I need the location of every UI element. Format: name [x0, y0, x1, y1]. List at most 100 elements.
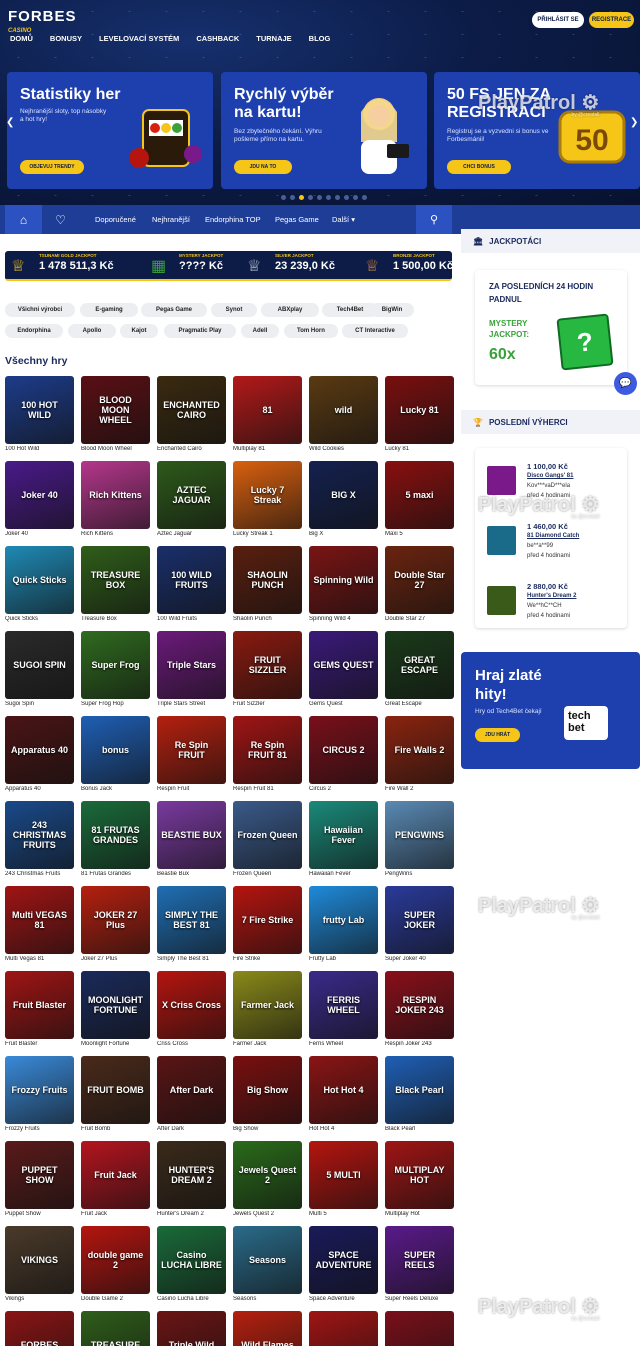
chevron-left-icon[interactable]: ❮ — [6, 117, 14, 128]
game-title[interactable]: Bonus Jack — [81, 786, 155, 792]
game-tile[interactable]: wild — [309, 376, 378, 444]
carousel-dot[interactable] — [308, 195, 313, 200]
subnav-most-played[interactable]: Nejhranější — [152, 215, 190, 224]
provider-chip[interactable]: Synot — [211, 303, 257, 317]
game-title[interactable]: 100 Wild Fruits — [157, 616, 231, 622]
carousel-dot[interactable] — [317, 195, 322, 200]
game-title[interactable]: Treasure Box — [81, 616, 155, 622]
banner-button[interactable]: JDU NA TO — [234, 160, 292, 174]
game-tile[interactable]: FRUIT BOMB — [81, 1056, 150, 1124]
carousel-dot[interactable] — [299, 195, 304, 200]
game-tile[interactable] — [309, 1311, 378, 1346]
provider-chip[interactable]: Pragmatic Play — [164, 324, 236, 338]
chevron-right-icon[interactable]: ❯ — [630, 117, 638, 128]
carousel-dot[interactable] — [344, 195, 349, 200]
winner-game-link[interactable]: 81 Diamond Catch — [527, 533, 579, 539]
game-tile[interactable]: SPACE ADVENTURE — [309, 1226, 378, 1294]
game-tile[interactable]: MOONLIGHT FORTUNE — [81, 971, 150, 1039]
provider-chip[interactable]: Apollo — [68, 324, 116, 338]
game-title[interactable]: Respin Fruit 81 — [233, 786, 307, 792]
game-title[interactable]: Multi Vegas 81 — [5, 956, 79, 962]
nav-item-tournaments[interactable]: TURNAJE — [256, 34, 291, 43]
winner-game-link[interactable]: Hunter's Dream 2 — [527, 593, 576, 599]
game-tile[interactable]: Seasons — [233, 1226, 302, 1294]
game-title[interactable]: Multi 5 — [309, 1211, 383, 1217]
game-tile[interactable]: Triple Wild — [157, 1311, 226, 1346]
game-tile[interactable]: Hawaiian Fever — [309, 801, 378, 869]
game-title[interactable]: Lucky 81 — [385, 446, 459, 452]
game-tile[interactable]: FERRIS WHEEL — [309, 971, 378, 1039]
promo-tech4bet[interactable]: Hraj zlaté hity! Hry od Tech4Bet čekají … — [461, 652, 640, 769]
game-title[interactable]: Multiplay Hot — [385, 1211, 459, 1217]
game-title[interactable]: Double Star 27 — [385, 616, 459, 622]
nav-item-blog[interactable]: BLOG — [309, 34, 331, 43]
game-tile[interactable]: MULTIPLAY HOT — [385, 1141, 454, 1209]
game-tile[interactable]: Lucky 81 — [385, 376, 454, 444]
game-title[interactable]: Super Frog Hop — [81, 701, 155, 707]
game-tile[interactable]: Fruit Jack — [81, 1141, 150, 1209]
game-title[interactable]: 243 Christmas Fruits — [5, 871, 79, 877]
game-title[interactable]: Ferris Wheel — [309, 1041, 383, 1047]
game-tile[interactable]: JOKER 27 Plus — [81, 886, 150, 954]
game-title[interactable]: Frutty Lab — [309, 956, 383, 962]
banner-statistics[interactable]: Statistiky her Nejhranější sloty, top ná… — [7, 72, 213, 189]
banner-button[interactable]: OBJEVUJ TRENDY — [20, 160, 84, 174]
game-tile[interactable] — [385, 1311, 454, 1346]
banner-card-withdrawal[interactable]: Rychlý výběr na kartu! Bez zbytečného če… — [221, 72, 427, 189]
game-tile[interactable]: Super Frog — [81, 631, 150, 699]
heart-icon[interactable]: ♡ — [42, 205, 79, 234]
winner-game-thumbnail[interactable] — [487, 586, 516, 615]
game-tile[interactable]: SHAOLIN PUNCH — [233, 546, 302, 614]
game-title[interactable]: PengWins — [385, 871, 459, 877]
chat-icon[interactable]: 💬 — [614, 372, 637, 395]
game-tile[interactable]: HUNTER'S DREAM 2 — [157, 1141, 226, 1209]
game-title[interactable]: Black Pearl — [385, 1126, 459, 1132]
home-icon[interactable]: ⌂ — [5, 205, 42, 234]
game-title[interactable]: Moonlight Fortune — [81, 1041, 155, 1047]
game-title[interactable]: Multiplay 81 — [233, 446, 307, 452]
game-tile[interactable]: BEASTIE BUX — [157, 801, 226, 869]
game-title[interactable]: Wild Cookies — [309, 446, 383, 452]
game-tile[interactable]: VIKINGS — [5, 1226, 74, 1294]
game-tile[interactable]: BIG X — [309, 461, 378, 529]
game-title[interactable]: Great Escape — [385, 701, 459, 707]
game-tile[interactable]: 5 MULTI — [309, 1141, 378, 1209]
game-tile[interactable]: Hot Hot 4 — [309, 1056, 378, 1124]
carousel-dot[interactable] — [326, 195, 331, 200]
game-tile[interactable]: GEMS QUEST — [309, 631, 378, 699]
game-title[interactable]: Respin Fruit — [157, 786, 231, 792]
game-title[interactable]: Joker 27 Plus — [81, 956, 155, 962]
game-title[interactable]: Sugoi Spin — [5, 701, 79, 707]
game-tile[interactable]: SUPER REELS — [385, 1226, 454, 1294]
game-title[interactable]: 81 Frutas Grandes — [81, 871, 155, 877]
game-tile[interactable]: SUPER JOKER — [385, 886, 454, 954]
game-tile[interactable]: Big Show — [233, 1056, 302, 1124]
game-tile[interactable]: FORBES — [5, 1311, 74, 1346]
game-title[interactable]: Fruit Bomb — [81, 1126, 155, 1132]
game-title[interactable]: Fire Wall 2 — [385, 786, 459, 792]
game-tile[interactable]: GREAT ESCAPE — [385, 631, 454, 699]
game-tile[interactable]: 81 — [233, 376, 302, 444]
carousel-dot[interactable] — [353, 195, 358, 200]
game-tile[interactable]: TREASURE — [81, 1311, 150, 1346]
carousel-dot[interactable] — [281, 195, 286, 200]
game-title[interactable]: Fire Strike — [233, 956, 307, 962]
game-tile[interactable]: ENCHANTED CAIRO — [157, 376, 226, 444]
provider-chip[interactable]: Pegas Game — [141, 303, 207, 317]
game-tile[interactable]: After Dark — [157, 1056, 226, 1124]
game-title[interactable]: Enchanted Cairo — [157, 446, 231, 452]
game-title[interactable]: Frozzy Fruits — [5, 1126, 79, 1132]
subnav-recommended[interactable]: Doporučené — [95, 215, 136, 224]
game-title[interactable]: Shaolin Punch — [233, 616, 307, 622]
game-tile[interactable]: X Criss Cross — [157, 971, 226, 1039]
game-tile[interactable]: Re Spin FRUIT 81 — [233, 716, 302, 784]
winner-game-link[interactable]: Disco Gangs' 81 — [527, 473, 573, 479]
game-tile[interactable]: Double Star 27 — [385, 546, 454, 614]
game-tile[interactable]: Multi VEGAS 81 — [5, 886, 74, 954]
game-tile[interactable]: bonus — [81, 716, 150, 784]
game-title[interactable]: Respin Joker 243 — [385, 1041, 459, 1047]
game-title[interactable]: Maxi 5 — [385, 531, 459, 537]
game-tile[interactable]: Frozzy Fruits — [5, 1056, 74, 1124]
game-title[interactable]: Hot Hot 4 — [309, 1126, 383, 1132]
subnav-pegas-game[interactable]: Pegas Game — [275, 215, 319, 224]
